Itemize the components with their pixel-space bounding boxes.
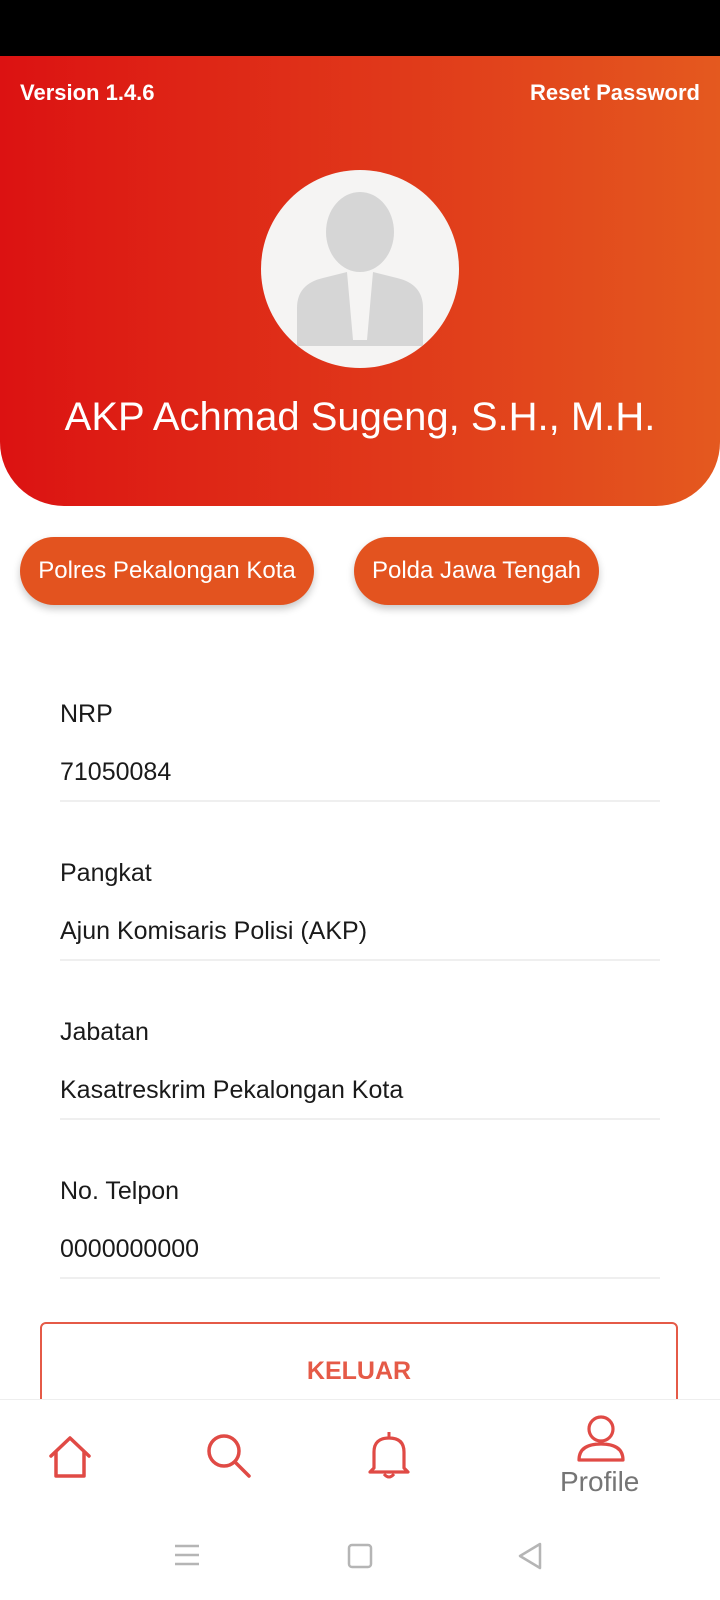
reset-password-link[interactable]: Reset Password [530, 80, 700, 106]
divider [60, 1118, 660, 1120]
field-value: 71050084 [60, 758, 172, 786]
divider [60, 1277, 660, 1279]
nav-search[interactable] [205, 1432, 253, 1485]
field-label: No. Telpon [60, 1177, 180, 1205]
field-pangkat: Pangkat Ajun Komisaris Polisi (AKP) [60, 859, 660, 961]
field-label: Pangkat [60, 859, 152, 887]
user-placeholder-icon [297, 192, 423, 346]
chip-polda[interactable]: Polda Jawa Tengah [354, 537, 599, 605]
home-icon [49, 1436, 91, 1478]
status-bar [0, 0, 720, 56]
field-value: 0000000000 [60, 1235, 200, 1263]
divider [60, 959, 660, 961]
field-jabatan: Jabatan Kasatreskrim Pekalongan Kota [60, 1018, 660, 1120]
field-value: Kasatreskrim Pekalongan Kota [60, 1076, 404, 1104]
nav-profile[interactable] [570, 1414, 680, 1514]
profile-icon [577, 1415, 625, 1462]
bottom-nav: Profile [0, 1399, 720, 1518]
nav-home[interactable] [48, 1434, 92, 1485]
field-value: Ajun Komisaris Polisi (AKP) [60, 917, 368, 945]
field-telpon: No. Telpon 0000000000 [60, 1177, 660, 1279]
search-icon [207, 1434, 251, 1478]
chip-polres[interactable]: Polres Pekalongan Kota [20, 537, 314, 605]
nav-notifications[interactable] [367, 1430, 411, 1485]
divider [60, 800, 660, 802]
home-square-icon[interactable] [347, 1543, 373, 1574]
avatar [261, 170, 459, 368]
field-label: Jabatan [60, 1018, 149, 1046]
back-triangle-icon[interactable] [517, 1541, 543, 1576]
bell-icon [368, 1432, 410, 1479]
menu-icon[interactable] [174, 1543, 200, 1572]
field-label: NRP [60, 700, 113, 728]
system-nav-bar [0, 1517, 720, 1600]
nav-profile-label: Profile [560, 1466, 640, 1497]
user-full-name: AKP Achmad Sugeng, S.H., M.H. [64, 395, 656, 439]
field-nrp: NRP 71050084 [60, 700, 660, 802]
version-label: Version 1.4.6 [20, 80, 155, 105]
